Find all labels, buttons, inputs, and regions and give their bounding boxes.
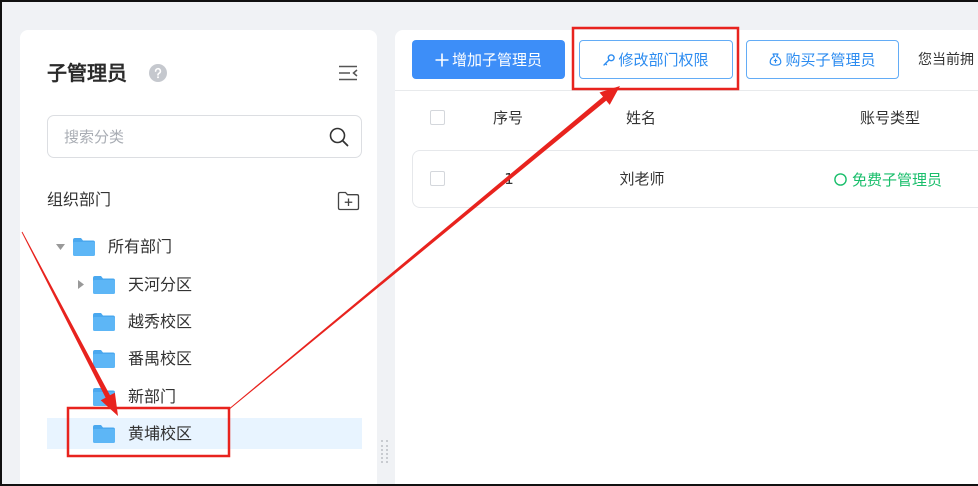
- column-header-account-type: 账号类型: [859, 109, 920, 127]
- edit-department-permission-label: 修改部门权限: [618, 51, 709, 69]
- toolbar-divider: [395, 90, 978, 91]
- folder-add-icon[interactable]: [337, 191, 360, 211]
- column-header-index: 序号: [492, 109, 523, 127]
- department-sidebar: 子管理员 组织部门 所有部门: [20, 30, 377, 486]
- tree-node-label: 番禺校区: [128, 349, 193, 368]
- tree-node-label: 越秀校区: [128, 312, 193, 331]
- buy-sub-admin-button[interactable]: 购买子管理员: [746, 40, 899, 79]
- folder-icon: [93, 388, 115, 406]
- caret-right-icon[interactable]: [78, 280, 84, 289]
- folder-icon: [93, 313, 115, 331]
- money-bag-icon: [770, 53, 782, 66]
- select-all-checkbox[interactable]: [430, 110, 445, 125]
- search-box: [47, 115, 362, 158]
- caret-down-icon[interactable]: [56, 244, 65, 250]
- buy-sub-admin-label: 购买子管理员: [785, 51, 876, 69]
- edit-department-permission-button[interactable]: 修改部门权限: [579, 40, 733, 79]
- folder-icon: [93, 425, 115, 443]
- tree-node-label: 天河分区: [128, 275, 193, 294]
- section-title: 组织部门: [47, 190, 112, 209]
- tree-node-panyu[interactable]: 番禺校区: [47, 343, 362, 374]
- column-header-name: 姓名: [625, 109, 656, 127]
- tree-node-label: 所有部门: [108, 237, 173, 256]
- tree-node-yuexiu[interactable]: 越秀校区: [47, 306, 362, 337]
- folder-icon: [93, 276, 115, 294]
- main-content: 增加子管理员 修改部门权限 购买子管理员 您当前拥 序号 姓名 账号类型 1 刘…: [395, 30, 978, 486]
- question-circle-icon[interactable]: [149, 64, 167, 82]
- plus-icon: [435, 53, 449, 66]
- add-sub-admin-label: 增加子管理员: [451, 51, 542, 69]
- folder-icon: [73, 238, 95, 256]
- row-account-type: 免费子管理员: [852, 170, 943, 189]
- circle-icon: [834, 172, 847, 186]
- search-input[interactable]: [48, 116, 318, 157]
- table-row: 1 刘老师 免费子管理员: [412, 150, 978, 208]
- panel-resize-handle[interactable]: [381, 440, 388, 463]
- menu-fold-icon[interactable]: [338, 65, 358, 81]
- tree-node-label: 新部门: [128, 387, 177, 406]
- folder-icon: [93, 350, 115, 368]
- status-badge: 免费子管理员: [834, 169, 942, 189]
- tree-node-label: 黄埔校区: [128, 424, 193, 443]
- key-icon: [603, 53, 616, 66]
- add-sub-admin-button[interactable]: 增加子管理员: [412, 40, 565, 79]
- tree-node-new-department[interactable]: 新部门: [47, 381, 362, 412]
- row-index: 1: [504, 170, 514, 188]
- row-name: 刘老师: [619, 170, 665, 188]
- row-checkbox[interactable]: [430, 171, 445, 186]
- quota-notice: 您当前拥: [918, 52, 974, 68]
- page-title: 子管理员: [47, 61, 127, 85]
- search-icon[interactable]: [329, 127, 349, 147]
- tree-node-all-departments[interactable]: 所有部门: [47, 231, 362, 262]
- tree-node-huangpu[interactable]: 黄埔校区: [47, 418, 362, 449]
- tree-node-tianhe[interactable]: 天河分区: [47, 269, 362, 300]
